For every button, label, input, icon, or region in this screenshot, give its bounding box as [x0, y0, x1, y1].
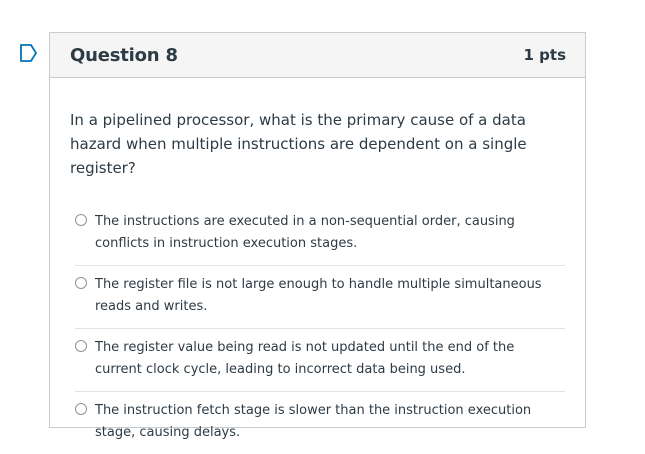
- question-title: Question 8: [70, 44, 178, 66]
- question-card: Question 8 1 pts In a pipelined processo…: [49, 32, 586, 440]
- answer-list: The instructions are executed in a non-s…: [75, 211, 565, 454]
- radio-button[interactable]: [75, 214, 87, 226]
- question-body: In a pipelined processor, what is the pr…: [50, 78, 585, 454]
- answer-label[interactable]: The register file is not large enough to…: [95, 274, 565, 318]
- answer-option[interactable]: The register file is not large enough to…: [75, 265, 565, 328]
- radio-button[interactable]: [75, 340, 87, 352]
- answer-option[interactable]: The register value being read is not upd…: [75, 328, 565, 391]
- question-text: In a pipelined processor, what is the pr…: [70, 111, 527, 177]
- question-points: 1 pts: [523, 46, 567, 64]
- question-header: Question 8 1 pts: [50, 33, 585, 78]
- radio-button[interactable]: [75, 403, 87, 415]
- answer-label[interactable]: The instructions are executed in a non-s…: [95, 211, 565, 255]
- answer-label[interactable]: The instruction fetch stage is slower th…: [95, 400, 565, 444]
- answer-option[interactable]: The instructions are executed in a non-s…: [75, 211, 565, 265]
- answer-option[interactable]: The instruction fetch stage is slower th…: [75, 391, 565, 454]
- answer-label[interactable]: The register value being read is not upd…: [95, 337, 565, 381]
- flag-icon[interactable]: [20, 44, 38, 62]
- radio-button[interactable]: [75, 277, 87, 289]
